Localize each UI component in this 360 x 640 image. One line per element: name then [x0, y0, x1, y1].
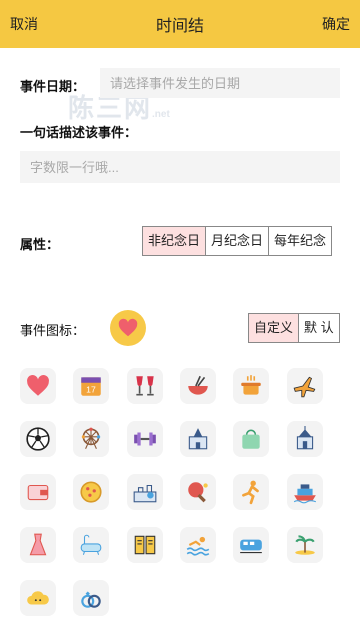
rings-icon[interactable]	[73, 580, 109, 616]
description-label: 一句话描述该事件：	[20, 125, 138, 140]
attr-option-monthly[interactable]: 月纪念日	[206, 227, 270, 255]
book-icon[interactable]	[127, 527, 163, 563]
selected-icon-preview[interactable]	[110, 310, 146, 346]
cancel-button[interactable]: 取消	[10, 14, 38, 34]
dumbbell-icon[interactable]	[127, 421, 163, 457]
event-icon-label: 事件图标：	[20, 323, 86, 338]
date-field[interactable]	[100, 68, 340, 98]
heart-icon	[118, 318, 138, 337]
wine-glasses-icon[interactable]	[127, 368, 163, 404]
train-icon[interactable]	[233, 527, 269, 563]
wallet-icon[interactable]	[20, 474, 56, 510]
confirm-button[interactable]: 确定	[322, 14, 350, 34]
soccer-ball-icon[interactable]	[20, 421, 56, 457]
watermark-suffix: .net	[152, 109, 170, 120]
running-person-icon[interactable]	[233, 474, 269, 510]
bathtub-icon[interactable]	[73, 527, 109, 563]
swimming-icon[interactable]	[180, 527, 216, 563]
bowl-icon[interactable]	[180, 368, 216, 404]
cloud-icon[interactable]	[20, 580, 56, 616]
icon-mode-selector: 自定义 默 认	[248, 313, 340, 343]
attr-option-yearly[interactable]: 每年纪念	[269, 227, 332, 255]
icon-mode-default[interactable]: 默 认	[299, 314, 339, 342]
icon-mode-custom[interactable]: 自定义	[249, 314, 300, 342]
airplane-icon[interactable]	[287, 368, 323, 404]
attribute-label: 属性：	[20, 237, 60, 252]
date-label: 事件日期：	[20, 79, 86, 94]
ferris-wheel-icon[interactable]	[73, 421, 109, 457]
ping-pong-icon[interactable]	[180, 474, 216, 510]
island-icon[interactable]	[287, 527, 323, 563]
dress-icon[interactable]	[20, 527, 56, 563]
attribute-selector: 非纪念日 月纪念日 每年纪念	[142, 226, 333, 256]
cooking-pot-icon[interactable]	[233, 368, 269, 404]
description-input[interactable]	[20, 151, 340, 183]
cruise-ship-icon[interactable]	[287, 474, 323, 510]
page-title: 时间结	[155, 18, 204, 35]
church-icon[interactable]	[287, 421, 323, 457]
pizza-icon[interactable]	[73, 474, 109, 510]
castle-icon[interactable]	[180, 421, 216, 457]
calendar-icon[interactable]: 17	[73, 368, 109, 404]
top-bar: 取消 时间结 确定	[0, 0, 360, 48]
map-location-icon[interactable]	[127, 474, 163, 510]
svg-text:17: 17	[86, 385, 96, 395]
shopping-bag-icon[interactable]	[233, 421, 269, 457]
attr-option-non-anniversary[interactable]: 非纪念日	[143, 227, 207, 255]
heart-icon[interactable]	[20, 368, 56, 404]
